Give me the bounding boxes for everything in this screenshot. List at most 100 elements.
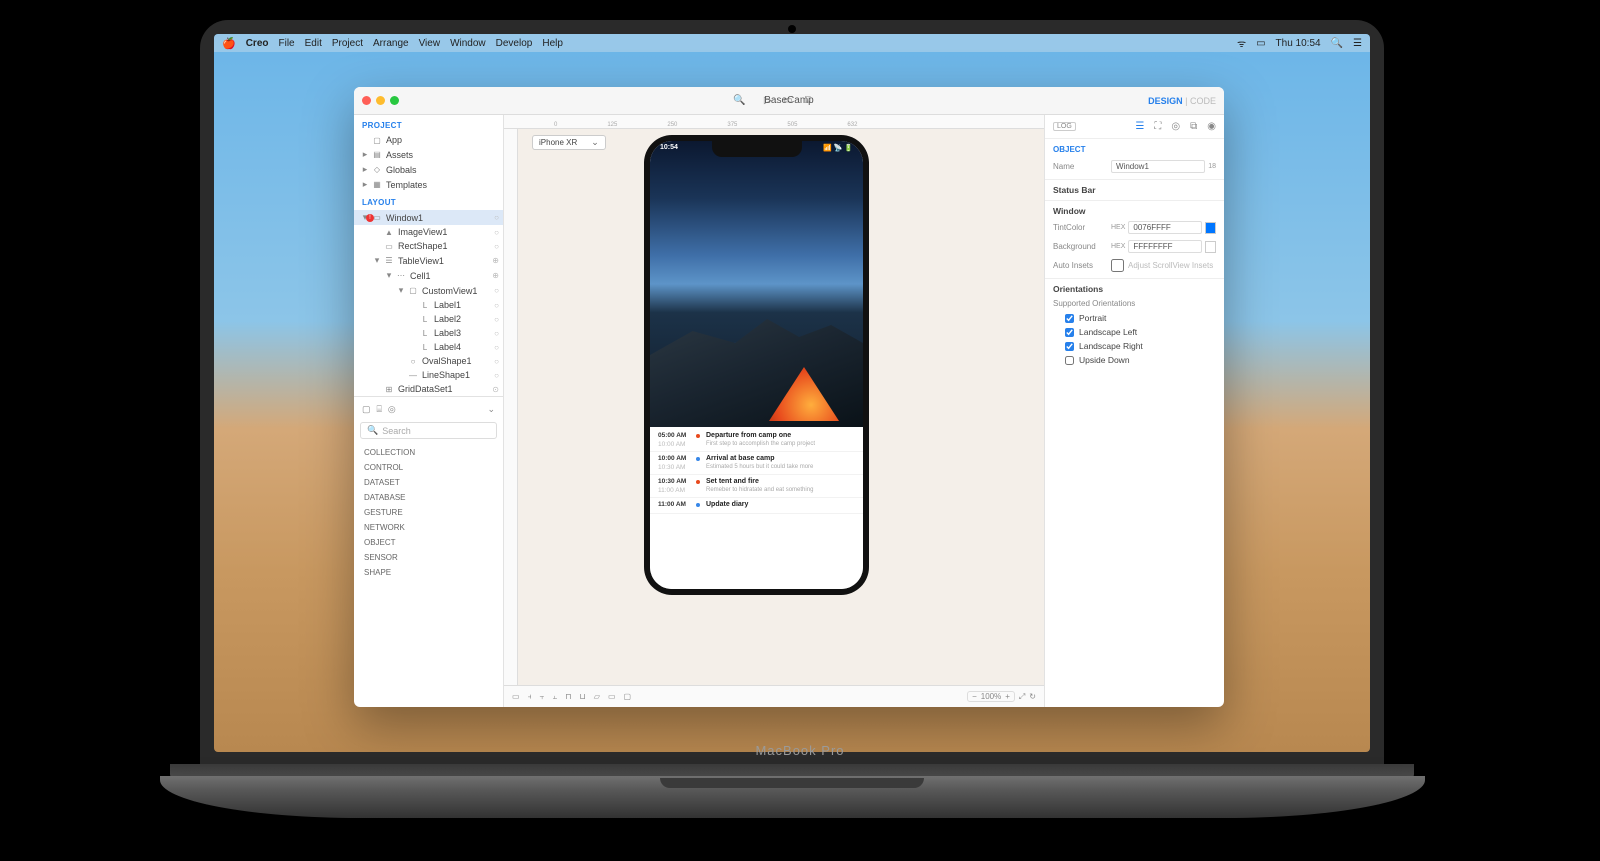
name-input[interactable] xyxy=(1111,160,1205,173)
lib-dropdown-icon[interactable]: ⌄ xyxy=(487,404,495,415)
menu-edit[interactable]: Edit xyxy=(305,38,322,49)
titlebar: 🔍 ▷ ▭ ⌸ BaseCamp DESIGN | CODE xyxy=(354,87,1224,115)
window-section: Window xyxy=(1045,200,1224,218)
tree-item[interactable]: ▭RectShape1○ xyxy=(354,239,503,253)
tree-item[interactable]: —LineShape1○ xyxy=(354,368,503,382)
tint-swatch[interactable] xyxy=(1205,222,1216,234)
tree-item[interactable]: ▾▢CustomView1○ xyxy=(354,283,503,298)
tree-item[interactable]: ▾⋯Cell1⊕ xyxy=(354,268,503,283)
library-category[interactable]: DATABASE xyxy=(354,490,503,505)
zoom-out[interactable]: − xyxy=(972,692,977,701)
tree-item[interactable]: LLabel4○ xyxy=(354,340,503,354)
left-search-icon[interactable]: 🔍 xyxy=(733,95,745,106)
zoom-in[interactable]: + xyxy=(1005,692,1010,701)
lib-tab-2[interactable]: ⌸ xyxy=(377,404,382,415)
clock[interactable]: Thu 10:54 xyxy=(1276,38,1321,49)
tree-item[interactable]: LLabel1○ xyxy=(354,298,503,312)
tree-item[interactable]: ○OvalShape1○ xyxy=(354,354,503,368)
ruler-horizontal: 0125250375505632 xyxy=(504,115,1044,129)
tree-item[interactable]: LLabel2○ xyxy=(354,312,503,326)
app-window: 🔍 ▷ ▭ ⌸ BaseCamp DESIGN | CODE PROJECT xyxy=(354,87,1224,707)
schedule-row[interactable]: 05:00 AM10:00 AMDeparture from camp oneF… xyxy=(650,429,863,452)
library-category[interactable]: DATASET xyxy=(354,475,503,490)
inspector-tab-flow-icon[interactable]: ◎ xyxy=(1171,121,1180,132)
orientation-checkbox[interactable]: Landscape Right xyxy=(1045,339,1224,353)
tree-item[interactable]: ▾☰TableView1⊕ xyxy=(354,253,503,268)
align-icon[interactable]: ▭ xyxy=(512,692,520,702)
bg-swatch[interactable] xyxy=(1205,241,1216,253)
tint-input[interactable] xyxy=(1128,221,1201,234)
orientation-checkbox[interactable]: Landscape Left xyxy=(1045,325,1224,339)
orientation-icon[interactable]: ↻ xyxy=(1029,692,1036,701)
app-name[interactable]: Creo xyxy=(246,38,269,49)
align-icon[interactable]: ▢ xyxy=(624,692,632,702)
align-icon[interactable]: ⊔ xyxy=(580,692,586,702)
library-search[interactable]: 🔍 Search xyxy=(360,422,497,439)
menu-develop[interactable]: Develop xyxy=(496,38,533,49)
align-icon[interactable]: ⫠ xyxy=(552,692,557,702)
menu-project[interactable]: Project xyxy=(332,38,363,49)
lib-tab-1[interactable]: ▢ xyxy=(362,404,371,415)
menu-file[interactable]: File xyxy=(279,38,295,49)
bg-label: Background xyxy=(1053,242,1105,251)
lib-tab-3[interactable]: ◎ xyxy=(388,404,396,415)
align-icon[interactable]: ⫞ xyxy=(528,692,532,702)
bg-input[interactable] xyxy=(1128,240,1201,253)
inspector-tab-list-icon[interactable]: ☰ xyxy=(1135,121,1144,132)
library-category[interactable]: GESTURE xyxy=(354,505,503,520)
align-icon[interactable]: ▱ xyxy=(594,692,600,702)
library-category[interactable]: OBJECT xyxy=(354,535,503,550)
mode-code[interactable]: CODE xyxy=(1190,96,1216,106)
canvas-bottom-bar: ▭ ⫞ ⫟ ⫠ ⊓ ⊔ ▱ ▭ ▢ xyxy=(504,685,1044,707)
orientations-sublabel: Supported Orientations xyxy=(1045,296,1224,311)
control-center-icon[interactable]: ☰ xyxy=(1353,38,1362,49)
spotlight-icon[interactable]: 🔍 xyxy=(1331,38,1343,49)
library-category[interactable]: SHAPE xyxy=(354,565,503,580)
wifi-icon[interactable]: ᯤ xyxy=(1237,36,1246,50)
device-picker[interactable]: iPhone XR xyxy=(532,135,606,150)
archive-icon[interactable]: ⌸ xyxy=(802,95,814,107)
library-category[interactable]: NETWORK xyxy=(354,520,503,535)
zoom-button[interactable] xyxy=(390,96,399,105)
menu-arrange[interactable]: Arrange xyxy=(373,38,409,49)
name-suffix: 18 xyxy=(1208,163,1216,170)
status-bar-section[interactable]: Status Bar xyxy=(1045,179,1224,197)
library-category[interactable]: CONTROL xyxy=(354,460,503,475)
tree-item[interactable]: ▲ImageView1○ xyxy=(354,225,503,239)
close-button[interactable] xyxy=(362,96,371,105)
inspector-tab-eye-icon[interactable]: ◉ xyxy=(1207,121,1216,132)
tree-item[interactable]: ▸▦Templates xyxy=(354,177,503,192)
device-icon[interactable]: ▭ xyxy=(782,95,794,107)
mode-design[interactable]: DESIGN xyxy=(1148,96,1183,106)
autoinsets-checkbox[interactable] xyxy=(1111,259,1124,272)
library-category[interactable]: COLLECTION xyxy=(354,445,503,460)
schedule-row[interactable]: 10:30 AM11:00 AMSet tent and fireRemeber… xyxy=(650,475,863,498)
tree-item[interactable]: ▢App xyxy=(354,133,503,147)
schedule-row[interactable]: 10:00 AM10:30 AMArrival at base campEsti… xyxy=(650,452,863,475)
library-category[interactable]: SENSOR xyxy=(354,550,503,565)
phone-status-bar: 10:54 📶 📡 🔋 xyxy=(660,144,853,152)
log-tab[interactable]: LOG xyxy=(1053,122,1076,131)
play-icon[interactable]: ▷ xyxy=(762,95,774,107)
menu-help[interactable]: Help xyxy=(542,38,563,49)
tree-item[interactable]: ▾!▭Window1○ xyxy=(354,210,503,225)
align-icon[interactable]: ▭ xyxy=(608,692,616,702)
inspector-tab-layout-icon[interactable]: ⛶ xyxy=(1154,121,1161,132)
battery-icon[interactable]: ▭ xyxy=(1256,38,1265,49)
tree-item[interactable]: ⊞GridDataSet1⊙ xyxy=(354,382,503,396)
menu-view[interactable]: View xyxy=(419,38,441,49)
tree-item[interactable]: ▸▤Assets xyxy=(354,147,503,162)
orientation-checkbox[interactable]: Upside Down xyxy=(1045,353,1224,367)
apple-menu[interactable]: 🍎 xyxy=(222,37,236,50)
fit-icon[interactable]: ⤢ xyxy=(1019,692,1025,702)
menu-window[interactable]: Window xyxy=(450,38,486,49)
schedule-list: 05:00 AM10:00 AMDeparture from camp oneF… xyxy=(650,427,863,589)
tree-item[interactable]: LLabel3○ xyxy=(354,326,503,340)
inspector-tab-link-icon[interactable]: ⧉ xyxy=(1190,121,1197,132)
schedule-row[interactable]: 11:00 AMUpdate diary xyxy=(650,498,863,514)
minimize-button[interactable] xyxy=(376,96,385,105)
tree-item[interactable]: ▸◇Globals xyxy=(354,162,503,177)
orientation-checkbox[interactable]: Portrait xyxy=(1045,311,1224,325)
align-icon[interactable]: ⊓ xyxy=(565,692,571,702)
align-icon[interactable]: ⫟ xyxy=(540,692,545,702)
